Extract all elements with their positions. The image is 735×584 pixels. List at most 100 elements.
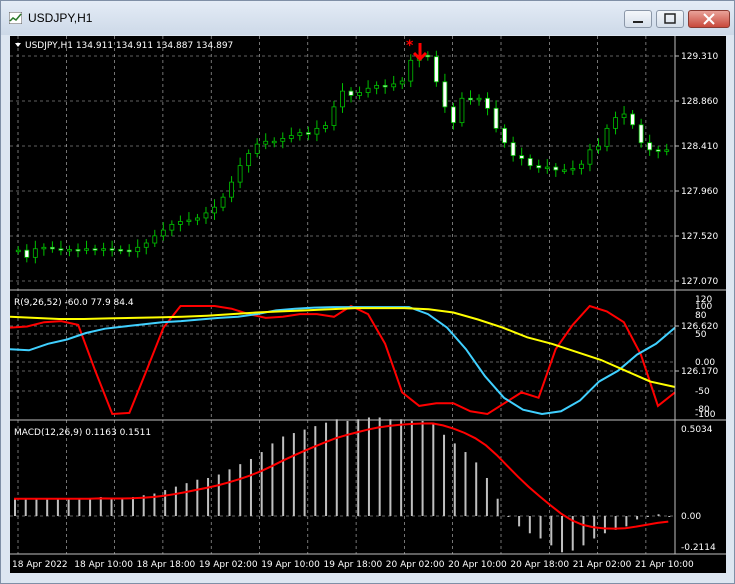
candle-body [143, 242, 149, 248]
rsi-label: -100 [695, 410, 716, 420]
candle-body [579, 163, 584, 169]
macd-bar [636, 516, 639, 520]
macd-bar [239, 464, 242, 516]
rsi-label: -50 [695, 387, 710, 397]
price-label: 128.860 [681, 97, 718, 107]
candle-body [101, 248, 106, 251]
candle-body [655, 149, 661, 152]
signal-star-icon: * [406, 38, 414, 54]
candle-body [476, 97, 482, 101]
close-button[interactable] [688, 10, 730, 28]
title-bar[interactable]: USDJPY,H1 [1, 1, 734, 35]
macd-bar [603, 516, 606, 534]
chart-area[interactable]: 129.310 128.860 128.410 127.960 127.520 127.0… [9, 36, 726, 573]
macd-bar [228, 469, 231, 516]
macd-bar [196, 479, 199, 516]
macd-bar [292, 433, 295, 516]
candle-body [664, 149, 670, 152]
candle-body [195, 217, 200, 221]
candle-body [502, 127, 508, 144]
candle-body [237, 165, 243, 183]
macd-bar [410, 420, 413, 516]
candle-body [305, 132, 311, 135]
macd-bar [625, 516, 628, 527]
macd-bar [24, 498, 27, 516]
candle-body [75, 249, 81, 252]
candle-body [468, 97, 473, 101]
rsi-label: 0.00 [695, 358, 715, 368]
candle-body [24, 249, 30, 258]
macd-bar [507, 516, 510, 517]
candle-body [314, 127, 320, 135]
rsi-panel[interactable] [9, 304, 676, 416]
macd-bar [164, 490, 167, 516]
macd-bar [528, 516, 531, 534]
candle-body [621, 113, 627, 119]
macd-bar [582, 516, 585, 546]
macd-bar [249, 458, 252, 516]
price-label: 126.170 [681, 367, 718, 377]
macd-bar [518, 516, 521, 527]
time-label: 20 Apr 02:00 [386, 560, 445, 570]
macd-bar [185, 483, 188, 516]
candle-body [365, 87, 371, 93]
candle-body [160, 229, 166, 237]
rsi-fast-line [9, 304, 676, 416]
price-panel[interactable] [15, 47, 670, 264]
candle-body [613, 117, 618, 129]
candle-body [399, 80, 405, 85]
candle-body [604, 127, 610, 147]
macd-bar [121, 498, 124, 516]
time-label: 19 Apr 02:00 [199, 560, 258, 570]
minimize-icon [633, 21, 643, 23]
maximize-button[interactable] [656, 10, 684, 28]
time-label: 18 Apr 18:00 [137, 560, 196, 570]
macd-bar [432, 422, 435, 516]
chart-canvas[interactable]: 129.310 128.860 128.410 127.960 127.520 127.0… [9, 36, 726, 573]
macd-bar [303, 429, 306, 516]
price-label: 129.310 [681, 52, 718, 62]
macd-bar [14, 498, 16, 516]
candle-body [254, 143, 260, 154]
macd-bar [89, 498, 92, 516]
rsi-label: 50 [695, 330, 707, 340]
macd-bar [561, 516, 564, 553]
macd-bar [443, 434, 446, 516]
candle-body [425, 54, 431, 58]
candle-body [32, 248, 38, 258]
minimize-button[interactable] [624, 10, 652, 28]
macd-bar [325, 422, 328, 516]
macd-bar [110, 498, 113, 516]
price-label: 128.410 [681, 142, 718, 152]
candle-body [229, 181, 234, 198]
candle-body [152, 235, 158, 244]
rsi-label: 80 [695, 311, 707, 321]
candle-body [451, 106, 456, 124]
macd-bar [35, 498, 38, 516]
time-label: 19 Apr 18:00 [324, 560, 383, 570]
candle-body [382, 84, 388, 88]
symbol-dropdown-icon[interactable] [15, 43, 21, 47]
macd-bar [217, 474, 220, 516]
macd-bar [485, 477, 488, 516]
candle-body [433, 56, 439, 83]
candle-body [271, 140, 277, 144]
macd-bar [464, 452, 467, 516]
maximize-icon [664, 13, 676, 24]
macd-label: 0.5034 [681, 425, 713, 435]
time-label: 21 Apr 10:00 [635, 560, 694, 570]
macd-bar [496, 498, 499, 516]
candle-body [544, 166, 550, 169]
macd-bar [260, 452, 263, 516]
time-label: 21 Apr 02:00 [573, 560, 632, 570]
macd-header: MACD(12,26,9) 0.1163 0.1511 [14, 428, 151, 438]
candle-body [49, 246, 55, 250]
candle-body [348, 90, 354, 96]
candle-body [536, 165, 542, 169]
candle-body [263, 140, 269, 145]
time-label: 19 Apr 10:00 [261, 560, 320, 570]
candle-body [553, 166, 559, 171]
candle-body [169, 223, 175, 231]
macd-bar [56, 498, 59, 516]
candle-body [84, 248, 89, 251]
